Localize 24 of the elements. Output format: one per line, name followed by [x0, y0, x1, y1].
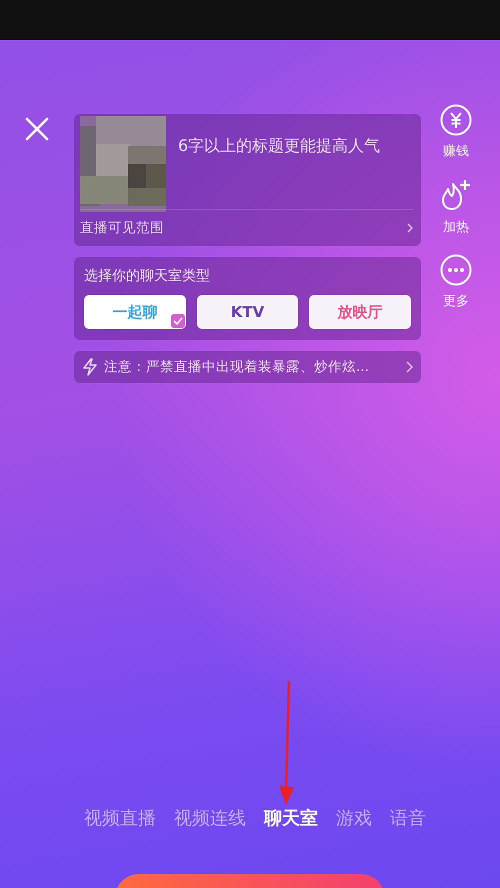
lightning-icon	[82, 358, 98, 376]
mode-tab[interactable]: 聊天室	[264, 806, 318, 830]
chat-type-option[interactable]: KTV	[196, 295, 298, 329]
flame-plus-icon	[440, 178, 472, 212]
yen-icon	[440, 104, 472, 136]
chevron-icon	[406, 361, 413, 373]
side-action[interactable]: 更多	[440, 254, 472, 310]
chat-type-option[interactable]: 放映厅	[309, 295, 412, 329]
side-action[interactable]: 加热	[440, 178, 472, 236]
notice-text: 注意：严禁直播中出现着装暴露、炒作炫...	[104, 358, 370, 376]
chat-type-option[interactable]: 一起聊	[84, 295, 186, 329]
check-icon	[170, 314, 185, 328]
title-placeholder[interactable]: 6字以上的标题更能提高人气	[178, 136, 380, 209]
mode-tab[interactable]: 语音	[390, 806, 426, 830]
close-icon	[24, 116, 50, 142]
mode-tab[interactable]: 视频直播	[84, 806, 156, 830]
chevron-icon	[407, 223, 413, 233]
more-icon	[440, 254, 472, 286]
notice-bar[interactable]: 注意：严禁直播中出现着装暴露、炒作炫...	[74, 351, 421, 383]
mode-tab[interactable]: 游戏	[336, 806, 372, 830]
mode-tab[interactable]: 视频连线	[174, 806, 246, 830]
side-action[interactable]: 赚钱	[440, 104, 472, 160]
chat-type-heading: 选择你的聊天室类型	[84, 267, 211, 285]
visibility-label[interactable]: 直播可见范围	[80, 219, 164, 237]
